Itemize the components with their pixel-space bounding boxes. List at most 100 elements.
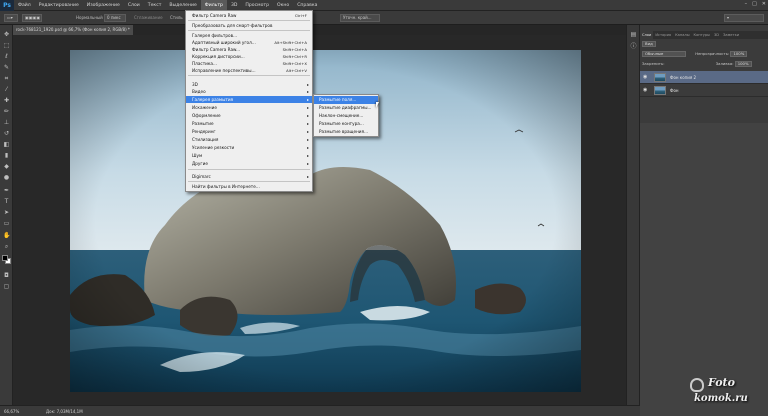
kind-filter-select[interactable]: Вид	[642, 41, 656, 47]
canvas-area[interactable]	[13, 35, 626, 405]
tool-preset-picker[interactable]: ▭▾	[4, 14, 18, 22]
menu-item-render[interactable]: Рендеринг ▸	[186, 128, 312, 135]
eyedropper-tool-icon[interactable]: ⁄	[3, 86, 10, 93]
menu-item-liquify[interactable]: Пластика... Shift+Ctrl+X	[186, 60, 312, 67]
menu-item-video[interactable]: Видео ▸	[186, 88, 312, 95]
tab-notes[interactable]: Заметки	[721, 31, 741, 39]
menu-item-vanishing-point[interactable]: Исправление перспективы... Alt+Ctrl+V	[186, 67, 312, 74]
eraser-tool-icon[interactable]: ◧	[3, 141, 10, 148]
menu-item-camera-raw[interactable]: Фильтр Camera Raw... Shift+Ctrl+A	[186, 46, 312, 53]
menu-layers[interactable]: Слои	[124, 0, 144, 11]
menu-item-filter-gallery[interactable]: Галерея фильтров...	[186, 32, 312, 39]
properties-panel-icon[interactable]: ⓘ	[630, 43, 637, 50]
shape-tool-icon[interactable]: ▭	[3, 220, 10, 227]
blur-tool-icon[interactable]: ◆	[3, 163, 10, 170]
brush-tool-icon[interactable]: ✏	[3, 108, 10, 115]
foreground-color-swatch[interactable]	[2, 255, 8, 261]
hand-tool-icon[interactable]: ✋	[3, 232, 10, 239]
menu-item-sharpen[interactable]: Усиление резкости ▸	[186, 144, 312, 151]
menu-item-noise[interactable]: Шум ▸	[186, 152, 312, 159]
minimize-button[interactable]: –	[745, 1, 748, 7]
tab-history[interactable]: История	[653, 31, 673, 39]
style-label: Стиль	[170, 15, 183, 20]
document-tab[interactable]: rock-768121_1920.psd @ 66,7% (Фон копия …	[13, 25, 133, 35]
menu-image[interactable]: Изображение	[83, 0, 124, 11]
eye-icon[interactable]: ◉	[643, 74, 648, 80]
chevron-right-icon: ▸	[306, 161, 309, 166]
history-brush-tool-icon[interactable]: ↺	[3, 130, 10, 137]
menu-item-stylize[interactable]: Стилизация ▸	[186, 136, 312, 143]
menu-edit[interactable]: Редактирование	[35, 0, 83, 11]
menu-item-blur[interactable]: Размытие ▸	[186, 120, 312, 127]
submenu-item-tilt-shift[interactable]: Наклон-смещение...	[314, 112, 378, 120]
healing-brush-tool-icon[interactable]: ✚	[3, 97, 10, 104]
move-tool-icon[interactable]: ✥	[3, 31, 10, 38]
chevron-right-icon: ▸	[306, 153, 309, 158]
tools-panel: ✥ ⬚ ℓ ✎ ⌗ ⁄ ✚ ✏ ⊥ ↺ ◧ ▮ ◆ ● ✒ T ➤ ▭ ✋ ⌕ …	[0, 25, 13, 405]
menu-item-3d[interactable]: 3D ▸	[186, 81, 312, 88]
submenu-item-iris-blur[interactable]: Размытие диафрагмы...	[314, 104, 378, 112]
zoom-level[interactable]: 66,67%	[4, 409, 19, 414]
fill-input[interactable]: 100%	[734, 61, 752, 67]
eye-icon[interactable]: ◉	[643, 87, 648, 93]
path-selection-tool-icon[interactable]: ➤	[3, 209, 10, 216]
antialias-checkbox[interactable]: Сглаживание	[134, 15, 163, 20]
submenu-item-field-blur[interactable]: Размытие поля...	[314, 96, 378, 104]
close-button[interactable]: ✕	[762, 1, 766, 7]
quick-mask-icon[interactable]: ◘	[3, 272, 10, 279]
menu-item-pixelate[interactable]: Оформление ▸	[186, 112, 312, 119]
screen-mode-icon[interactable]: ▢	[3, 283, 10, 290]
menu-3d[interactable]: 3D	[227, 0, 241, 11]
lasso-tool-icon[interactable]: ℓ	[3, 53, 10, 60]
menu-file[interactable]: Файл	[14, 0, 35, 11]
document-size[interactable]: Док: 7,03M/14,1M	[46, 409, 83, 414]
tab-layers[interactable]: Слои	[640, 31, 654, 39]
tab-paths[interactable]: Контуры	[692, 31, 712, 39]
menu-item-distort[interactable]: Искажение ▸	[186, 104, 312, 111]
menu-item-adaptive-wide-angle[interactable]: Адаптивный широкий угол... Alt+Shift+Ctrl…	[186, 39, 312, 46]
menu-separator	[188, 30, 310, 31]
menu-view[interactable]: Просмотр	[241, 0, 273, 11]
menu-help[interactable]: Справка	[293, 0, 321, 11]
selection-mode-icons[interactable]: ▣▣▣▣	[22, 14, 42, 22]
menu-item-digimarc[interactable]: Digimarc ▸	[186, 173, 312, 180]
filter-menu: Фильтр Camera Raw Ctrl+F Преобразовать дл…	[185, 10, 313, 192]
opacity-input[interactable]: 100%	[730, 51, 748, 57]
menu-window[interactable]: Окно	[273, 0, 293, 11]
maximize-button[interactable]: □	[752, 1, 757, 7]
menu-item-lens-correction[interactable]: Коррекция дисторсии... Shift+Ctrl+R	[186, 53, 312, 60]
layer-name[interactable]: Фон копия 2	[670, 75, 696, 80]
gradient-tool-icon[interactable]: ▮	[3, 152, 10, 159]
menu-item-camera-raw-last[interactable]: Фильтр Camera Raw Ctrl+F	[186, 12, 312, 19]
blend-mode-select[interactable]: Обычные	[642, 51, 686, 57]
history-panel-icon[interactable]: ▤	[630, 31, 637, 38]
layer-row[interactable]: ◉ Фон	[640, 84, 768, 97]
menu-item-convert-smart[interactable]: Преобразовать для смарт-фильтров	[186, 22, 312, 29]
feather-input[interactable]: 0 пикс	[104, 14, 126, 22]
chevron-right-icon: ▸	[306, 145, 309, 150]
tab-3d[interactable]: 3D	[712, 31, 721, 39]
tab-channels[interactable]: Каналы	[673, 31, 691, 39]
quick-select-tool-icon[interactable]: ✎	[3, 64, 10, 71]
menu-select[interactable]: Выделение	[165, 0, 200, 11]
submenu-item-path-blur[interactable]: Размытие контура...	[314, 120, 378, 128]
menu-type[interactable]: Текст	[144, 0, 166, 11]
clone-stamp-tool-icon[interactable]: ⊥	[3, 119, 10, 126]
type-tool-icon[interactable]: T	[3, 198, 10, 205]
pen-tool-icon[interactable]: ✒	[3, 187, 10, 194]
menu-item-blur-gallery[interactable]: Галерея размытия ▸	[186, 96, 312, 103]
fill-label: Заливка:	[715, 61, 734, 66]
zoom-tool-icon[interactable]: ⌕	[3, 243, 10, 250]
menu-item-other[interactable]: Другие ▸	[186, 160, 312, 167]
submenu-item-spin-blur[interactable]: Размытие вращения...	[314, 128, 378, 136]
refine-edge-button[interactable]: Уточн. край...	[340, 14, 380, 22]
layer-name[interactable]: Фон	[670, 88, 679, 93]
crop-tool-icon[interactable]: ⌗	[3, 75, 10, 82]
marquee-tool-icon[interactable]: ⬚	[3, 42, 10, 49]
layer-row[interactable]: ◉ Фон копия 2	[640, 71, 768, 84]
document-tabs: rock-768121_1920.psd @ 66,7% (Фон копия …	[13, 25, 626, 35]
workspace-switcher[interactable]: ▾	[724, 14, 764, 22]
menu-filter[interactable]: Фильтр	[200, 0, 227, 11]
dodge-tool-icon[interactable]: ●	[3, 174, 10, 181]
menu-item-browse-filters[interactable]: Найти фильтры в Интернете...	[186, 183, 312, 190]
